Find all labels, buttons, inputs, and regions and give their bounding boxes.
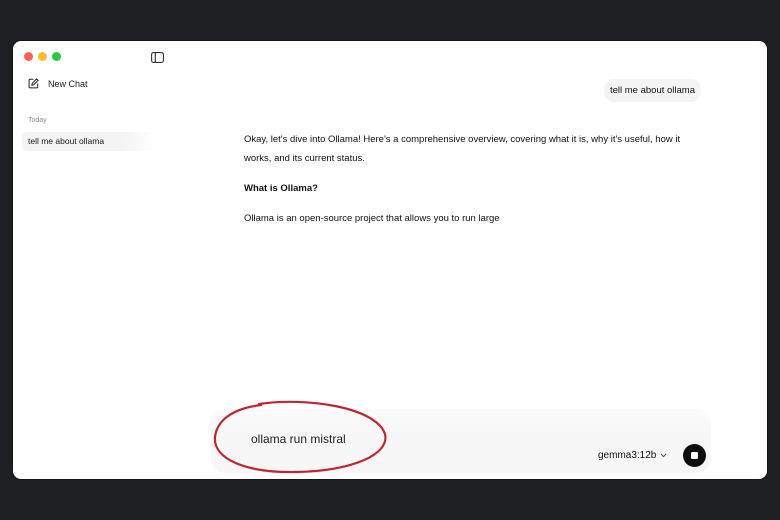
assistant-paragraph: Ollama is an open-source project that al…	[244, 213, 500, 224]
model-name: gemma3:12b	[598, 450, 657, 461]
app-window: New Chat Today tell me about ollama tell…	[13, 41, 767, 479]
assistant-paragraph: Okay, let's dive into Ollama! Here's a c…	[244, 134, 681, 164]
window-controls	[24, 52, 61, 61]
new-chat-button[interactable]: New Chat	[28, 78, 88, 89]
minimize-window-button[interactable]	[38, 52, 47, 61]
sidebar-toggle-icon[interactable]	[150, 51, 164, 63]
history-item[interactable]: tell me about ollama	[22, 132, 156, 151]
history-section-label: Today	[28, 117, 47, 124]
model-selector[interactable]: gemma3:12b	[598, 450, 667, 461]
chevron-down-icon	[660, 450, 667, 461]
stop-button[interactable]	[683, 444, 706, 467]
assistant-heading: What is Ollama?	[244, 183, 318, 194]
zoom-window-button[interactable]	[52, 52, 61, 61]
compose-icon	[28, 78, 39, 89]
message-input[interactable]	[251, 432, 401, 446]
close-window-button[interactable]	[24, 52, 33, 61]
stop-icon	[691, 452, 698, 459]
assistant-message: Okay, let's dive into Ollama! Here's a c…	[244, 130, 704, 239]
new-chat-label: New Chat	[48, 78, 88, 89]
user-message-bubble: tell me about ollama	[603, 79, 701, 102]
